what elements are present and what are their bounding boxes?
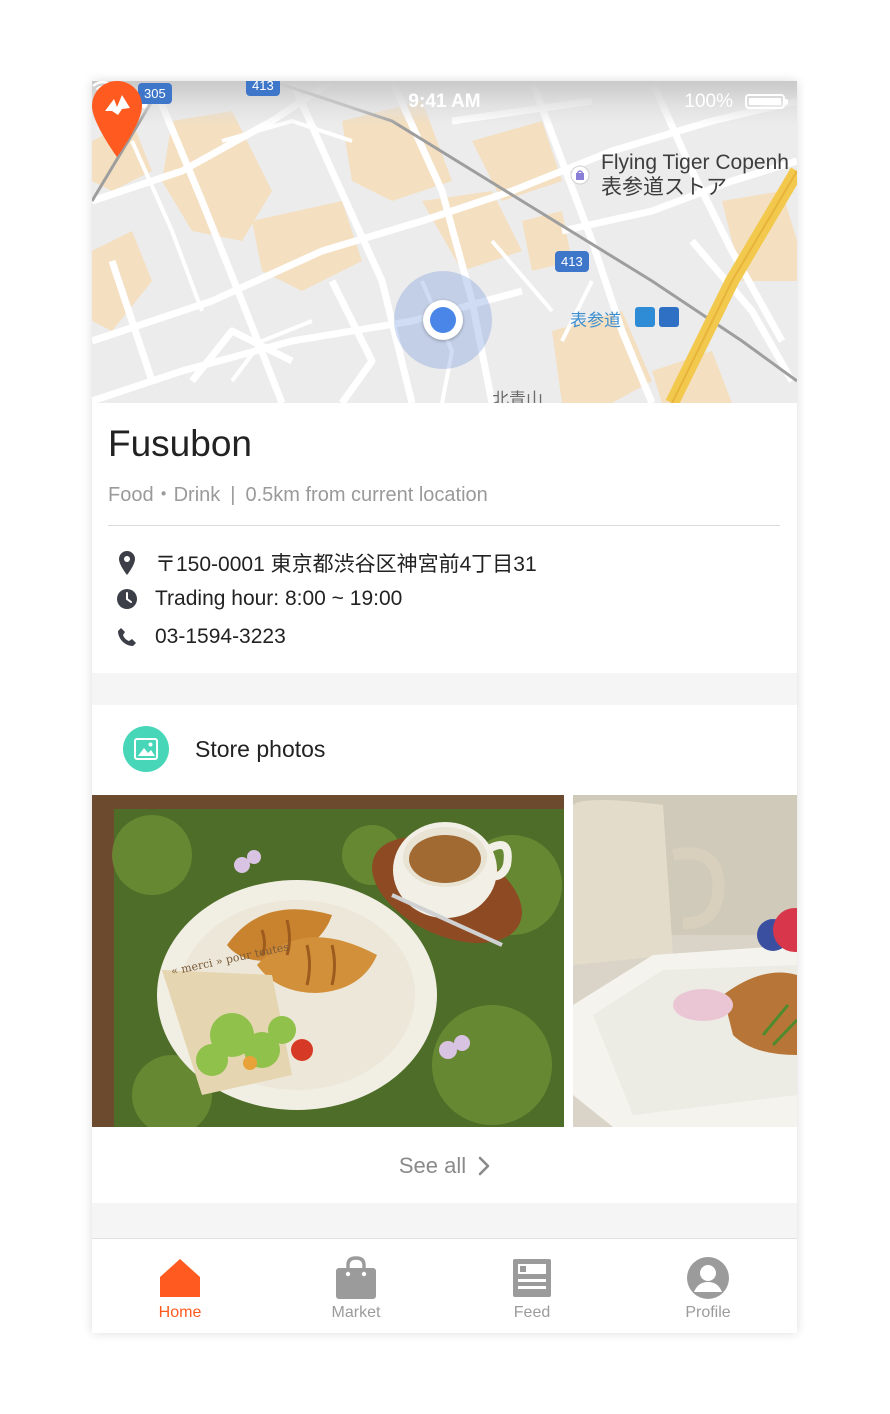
store-photos-card: Store photos « merci » pour toutes See a… — [92, 705, 797, 1203]
chevron-right-icon — [478, 1156, 490, 1176]
store-hours: Trading hour: 8:00 ~ 19:00 — [155, 587, 403, 610]
store-photo[interactable] — [573, 795, 797, 1127]
battery-percent: 100% — [684, 91, 733, 112]
store-category: Food・Drink — [108, 484, 221, 506]
tab-label: Home — [158, 1304, 202, 1321]
store-info-card: Fusubon Food・Drink | 0.5km from current lo… — [92, 403, 797, 673]
store-photo[interactable]: « merci » pour toutes — [92, 795, 564, 1127]
route-badge: 413 — [555, 251, 589, 272]
store-phone: 03-1594-3223 — [155, 625, 286, 648]
battery-icon — [745, 94, 788, 109]
tab-label: Feed — [513, 1304, 551, 1321]
shop-marker-icon — [570, 165, 590, 185]
tab-market[interactable]: Market — [268, 1239, 444, 1333]
tab-label: Profile — [685, 1304, 731, 1321]
map-view[interactable]: ●●●●● 9:41 AM 100% 305 413 413 — [92, 81, 797, 403]
feed-icon — [513, 1259, 551, 1297]
current-location-dot — [423, 300, 463, 340]
divider — [108, 525, 780, 526]
clock-icon — [117, 589, 137, 609]
location-pin-icon — [119, 551, 135, 575]
tab-label: Market — [331, 1304, 381, 1321]
store-address: 〒150-0001 東京都渋谷区神宮前4丁目31 — [155, 553, 537, 576]
store-name: Fusubon — [108, 423, 252, 464]
profile-icon — [687, 1257, 729, 1299]
tab-feed[interactable]: Feed — [444, 1239, 620, 1333]
route-badge: 413 — [246, 81, 280, 96]
map-store-label: Flying Tiger Copenh 表参道ストア — [601, 151, 789, 199]
store-photos-header: Store photos — [123, 726, 325, 772]
metro-icon — [635, 307, 655, 327]
phone-screen: ●●●●● 9:41 AM 100% 305 413 413 — [92, 81, 797, 1333]
see-all-label: See all — [398, 1153, 467, 1178]
map-station-label: 表参道 — [570, 311, 621, 330]
home-icon — [160, 1259, 200, 1297]
tab-bar: Home Market Feed Profile — [92, 1238, 797, 1333]
see-all-button[interactable]: See all — [92, 1153, 797, 1179]
store-pin-icon[interactable] — [92, 81, 142, 157]
store-distance: 0.5km from current location — [245, 484, 488, 506]
phone-row[interactable]: 03-1594-3223 — [116, 625, 286, 649]
status-bar: ●●●●● 9:41 AM 100% — [92, 81, 797, 125]
route-badge: 305 — [138, 83, 172, 104]
image-icon — [123, 726, 169, 772]
map-area-label: 北青山 — [492, 390, 543, 403]
bag-icon — [336, 1256, 376, 1299]
tab-home[interactable]: Home — [92, 1239, 268, 1333]
station-icons — [635, 307, 679, 327]
address-row[interactable]: 〒150-0001 東京都渋谷区神宮前4丁目31 — [116, 548, 537, 578]
store-meta: Food・Drink | 0.5km from current location — [108, 478, 488, 507]
train-icon — [659, 307, 679, 327]
tab-profile[interactable]: Profile — [620, 1239, 796, 1333]
phone-icon — [118, 628, 136, 646]
store-photos-title: Store photos — [195, 735, 326, 762]
meta-separator: | — [230, 484, 236, 506]
hours-row: Trading hour: 8:00 ~ 19:00 — [116, 587, 402, 611]
